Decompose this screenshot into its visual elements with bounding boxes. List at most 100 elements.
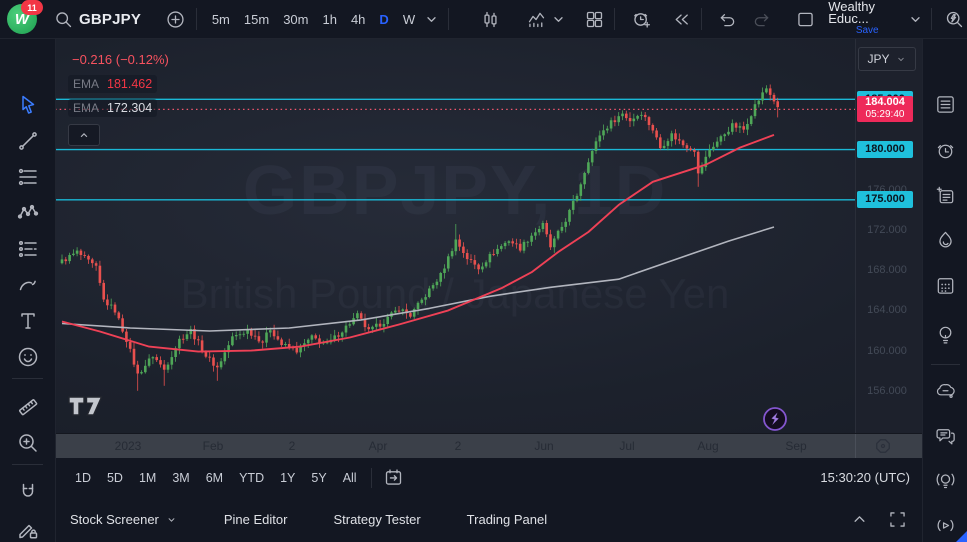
range-button-5D[interactable]: 5D [100,467,130,489]
footer-tab-trading-panel[interactable]: Trading Panel [467,512,547,527]
alert-add-icon[interactable] [628,4,654,34]
compare-add-icon[interactable] [163,4,189,34]
range-button-3M[interactable]: 3M [165,467,196,489]
tradingview-app: W 11 GBPJPY 5m15m30m1h4hDW Wealthy Educ.… [0,0,967,542]
time-axis[interactable]: 2023Feb2Apr2JunJulAugSep [55,433,922,459]
time-tick: Jun [516,439,572,453]
range-button-All[interactable]: All [336,467,364,489]
price-tick: 168.000 [856,264,918,276]
price-axis[interactable]: JPY 176.000172.000168.000164.000160.0001… [855,38,923,433]
drawing-tool-trend-line[interactable] [13,126,42,155]
drawing-tool-cursor[interactable] [13,90,42,119]
drawing-tool-fib-retracement[interactable] [13,162,42,191]
toolbar-divider [12,378,43,379]
range-button-1Y[interactable]: 1Y [273,467,302,489]
undo-icon[interactable] [715,4,741,34]
ema-legend-row[interactable]: EMA 181.462 [68,75,157,93]
range-button-1D[interactable]: 1D [68,467,98,489]
range-button-YTD[interactable]: YTD [232,467,271,489]
indicators-icon[interactable] [524,4,550,34]
price-tick: 172.000 [856,224,918,236]
footer-tab-stock-screener[interactable]: Stock Screener [70,512,178,527]
sidebar-item-minds[interactable] [931,376,960,405]
date-range-toolbar: 1D5D1M3M6MYTD1Y5YAll 15:30:20 (UTC) [55,458,922,498]
axis-settings-gear-icon[interactable] [873,436,895,458]
axis-divider [855,434,856,459]
quick-search-icon[interactable] [941,4,967,34]
toolbar-divider [701,8,702,30]
currency-dropdown[interactable]: JPY [858,47,916,71]
interval-button-W[interactable]: W [397,9,421,30]
candles-style-icon[interactable] [478,4,504,34]
chart-canvas-wrap[interactable] [55,38,855,433]
redo-icon[interactable] [749,4,775,34]
range-button-6M[interactable]: 6M [199,467,230,489]
clock-utc[interactable]: 15:30:20 (UTC) [820,458,910,497]
bar-replay-icon[interactable] [668,4,694,34]
toolbar-divider [196,8,197,30]
go-to-date-icon[interactable] [379,463,409,493]
magnet-icon [16,481,40,505]
sidebar-item-streams[interactable] [931,466,960,495]
interval-button-D[interactable]: D [373,9,394,30]
sidebar-item-live[interactable] [931,511,960,540]
sidebar-item-hotlists[interactable] [931,226,960,255]
drawing-tool-ruler[interactable] [13,392,42,421]
time-tick: 2 [264,439,320,453]
drawing-tool-zoom-in[interactable] [13,428,42,457]
layout-chevron-icon[interactable] [906,4,924,34]
symbol-search-button[interactable]: GBPJPY [51,4,141,34]
indicators-chevron-icon[interactable] [550,4,568,34]
footer-tab-strategy-tester[interactable]: Strategy Tester [333,512,420,527]
layout-grid-icon[interactable] [582,4,608,34]
sidebar-item-notes[interactable] [931,181,960,210]
drawing-tool-xabcd-pattern[interactable] [13,198,42,227]
sidebar-item-alerts[interactable] [931,136,960,165]
chart-canvas[interactable] [55,38,855,433]
save-button[interactable]: Save [856,25,879,37]
forecast-icon [16,237,40,261]
time-tick: 2023 [100,439,156,453]
drawing-tool-emoji[interactable] [13,342,42,371]
cursor-icon [16,93,40,117]
indicator-name: EMA [73,77,99,91]
toolbar-divider [614,8,615,30]
ideas-icon [934,323,957,346]
hotlists-icon [934,229,957,252]
minds-icon [934,379,957,402]
sidebar-item-chat[interactable] [931,421,960,450]
last-price-label: 184.00405:29:40 [857,96,913,122]
range-button-5Y[interactable]: 5Y [304,467,333,489]
notes-icon [934,184,957,207]
range-button-1M[interactable]: 1M [132,467,163,489]
sidebar-item-ideas[interactable] [931,320,960,349]
sidebar-item-calendar[interactable] [931,271,960,300]
drawing-tool-drawing-lock[interactable] [13,515,42,542]
ruler-icon [16,395,40,419]
toolbar-divider [12,464,43,465]
panel-expand-chevron-icon[interactable] [844,505,874,535]
fullscreen-icon[interactable] [882,505,912,535]
drawing-tool-magnet[interactable] [13,478,42,507]
layout-name-button[interactable]: Wealthy Educ... Save [828,1,906,37]
interval-button-5m[interactable]: 5m [206,9,236,30]
drawing-tool-text[interactable] [13,306,42,335]
drawing-tool-forecast[interactable] [13,234,42,263]
footer-tab-pine-editor[interactable]: Pine Editor [224,512,288,527]
sidebar-item-watchlist[interactable] [931,90,960,119]
interval-button-30m[interactable]: 30m [277,9,314,30]
interval-button-15m[interactable]: 15m [238,9,275,30]
legend-collapse-button[interactable] [68,124,100,146]
drawing-tool-brush[interactable] [13,270,42,299]
interval-button-4h[interactable]: 4h [345,9,371,30]
interval-button-1h[interactable]: 1h [316,9,342,30]
ema-legend-row[interactable]: EMA 172.304 [68,99,157,117]
chat-icon [934,424,957,447]
level-price-label: 175.000 [857,191,913,208]
interval-chevron-icon[interactable] [421,4,441,34]
layout-square-icon[interactable] [792,4,818,34]
indicator-value: 181.462 [107,77,152,91]
flash-boost-button[interactable] [764,408,786,430]
user-menu-avatar[interactable]: W 11 [7,4,37,34]
chart-area[interactable]: GBPJPY, 1D British Pound / Japanese Yen … [55,38,855,433]
